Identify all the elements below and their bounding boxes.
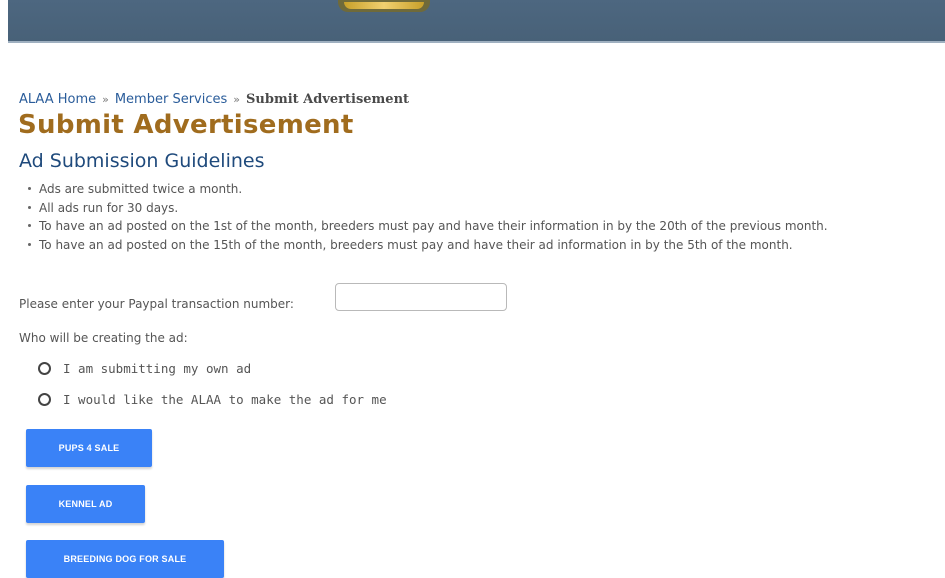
radio-alaa-makes-ad[interactable]: I would like the ALAA to make the ad for…: [38, 392, 387, 407]
site-logo[interactable]: [338, 0, 430, 12]
breadcrumb-home-link[interactable]: ALAA Home: [19, 92, 96, 107]
radio-own-ad[interactable]: I am submitting my own ad: [38, 361, 251, 376]
guideline-item: All ads run for 30 days.: [26, 199, 828, 218]
breadcrumb-separator: »: [102, 93, 109, 106]
pups-4-sale-button[interactable]: PUPS 4 SALE: [26, 429, 152, 467]
page-title: Submit Advertisement: [18, 110, 354, 140]
radio-button-icon[interactable]: [38, 362, 51, 375]
breadcrumb-separator: »: [233, 93, 241, 106]
breadcrumb-member-services-link[interactable]: Member Services: [115, 92, 227, 107]
ad-creator-label: Who will be creating the ad:: [19, 331, 188, 345]
radio-button-icon[interactable]: [38, 393, 51, 406]
breadcrumb-current: Submit Advertisement: [246, 92, 410, 107]
paypal-transaction-label: Please enter your Paypal transaction num…: [19, 297, 294, 311]
section-heading: Ad Submission Guidelines: [19, 150, 265, 172]
kennel-ad-button[interactable]: KENNEL AD: [26, 485, 145, 523]
radio-alaa-makes-ad-label: I would like the ALAA to make the ad for…: [63, 392, 387, 407]
paypal-transaction-input[interactable]: [335, 283, 507, 311]
breeding-dog-for-sale-button[interactable]: BREEDING DOG FOR SALE: [26, 540, 224, 578]
guideline-item: To have an ad posted on the 1st of the m…: [26, 217, 828, 236]
radio-own-ad-label: I am submitting my own ad: [63, 361, 252, 376]
breadcrumb: ALAA Home » Member Services » Submit Adverti…: [19, 92, 409, 107]
guideline-item: To have an ad posted on the 15th of the …: [26, 236, 828, 255]
logo-banner: [344, 2, 424, 9]
site-header: [8, 0, 945, 43]
guideline-item: Ads are submitted twice a month.: [26, 180, 828, 199]
guidelines-list: Ads are submitted twice a month. All ads…: [26, 180, 828, 254]
